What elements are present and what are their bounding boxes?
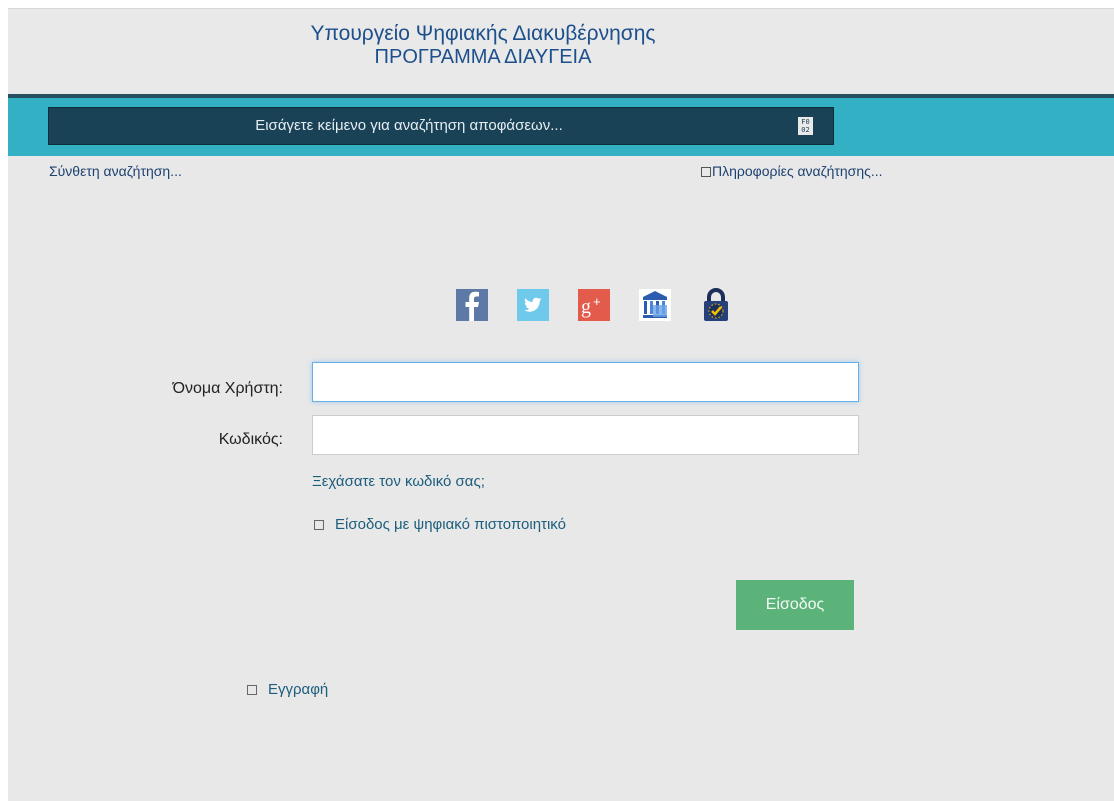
advanced-search-link[interactable]: Σύνθετη αναζήτηση... bbox=[49, 163, 182, 179]
password-label: Κωδικός: bbox=[218, 431, 283, 448]
login-page: Υπουργείο Ψηφιακής Διακυβέρνησης ΠΡΟΓΡΑΜ… bbox=[8, 8, 1114, 801]
page-subtitle: ΠΡΟΓΡΑΜΜΑ ΔΙΑΥΓΕΙΑ bbox=[374, 46, 592, 68]
checkbox-icon[interactable] bbox=[314, 520, 324, 530]
advanced-search-label: Σύνθετη αναζήτηση... bbox=[49, 163, 182, 179]
search-info-label: Πληροφορίες αναζήτησης... bbox=[712, 163, 883, 179]
search-input[interactable]: Εισάγετε κείμενο για αναζήτηση αποφάσεων… bbox=[48, 107, 834, 145]
facebook-icon[interactable] bbox=[456, 285, 488, 325]
twitter-icon[interactable] bbox=[517, 285, 549, 325]
username-label: Όνομα Χρήστη: bbox=[172, 380, 283, 397]
register-box-icon bbox=[247, 685, 257, 695]
social-login-row: g + bbox=[456, 285, 741, 325]
login-button[interactable]: Είσοδος bbox=[736, 580, 854, 630]
password-field[interactable] bbox=[312, 415, 859, 455]
svg-text:g: g bbox=[581, 296, 591, 318]
username-field[interactable] bbox=[312, 362, 859, 402]
taxisnet-icon[interactable] bbox=[639, 285, 671, 325]
forgot-password-link[interactable]: Ξεχάσατε τον κωδικό σας; bbox=[312, 473, 485, 490]
info-box-icon bbox=[701, 167, 711, 177]
search-bar: Εισάγετε κείμενο για αναζήτηση αποφάσεων… bbox=[8, 94, 1114, 156]
certificate-login-label: Είσοδος με ψηφιακό πιστοποιητικό bbox=[335, 516, 566, 533]
page-title: Υπουργείο Ψηφιακής Διακυβέρνησης bbox=[310, 22, 656, 45]
search-placeholder: Εισάγετε κείμενο για αναζήτηση αποφάσεων… bbox=[255, 117, 563, 134]
search-info-link[interactable]: Πληροφορίες αναζήτησης... bbox=[701, 163, 883, 179]
register-link[interactable]: Εγγραφή bbox=[247, 681, 328, 698]
svg-text:+: + bbox=[593, 294, 601, 309]
header: Υπουργείο Ψηφιακής Διακυβέρνησης ΠΡΟΓΡΑΜ… bbox=[8, 8, 1114, 95]
search-icon[interactable]: F0 02 bbox=[798, 117, 813, 135]
certificate-login-option[interactable]: Είσοδος με ψηφιακό πιστοποιητικό bbox=[314, 516, 566, 533]
secure-login-icon[interactable] bbox=[700, 285, 732, 325]
google-plus-icon[interactable]: g + bbox=[578, 285, 610, 325]
register-label: Εγγραφή bbox=[268, 681, 329, 698]
